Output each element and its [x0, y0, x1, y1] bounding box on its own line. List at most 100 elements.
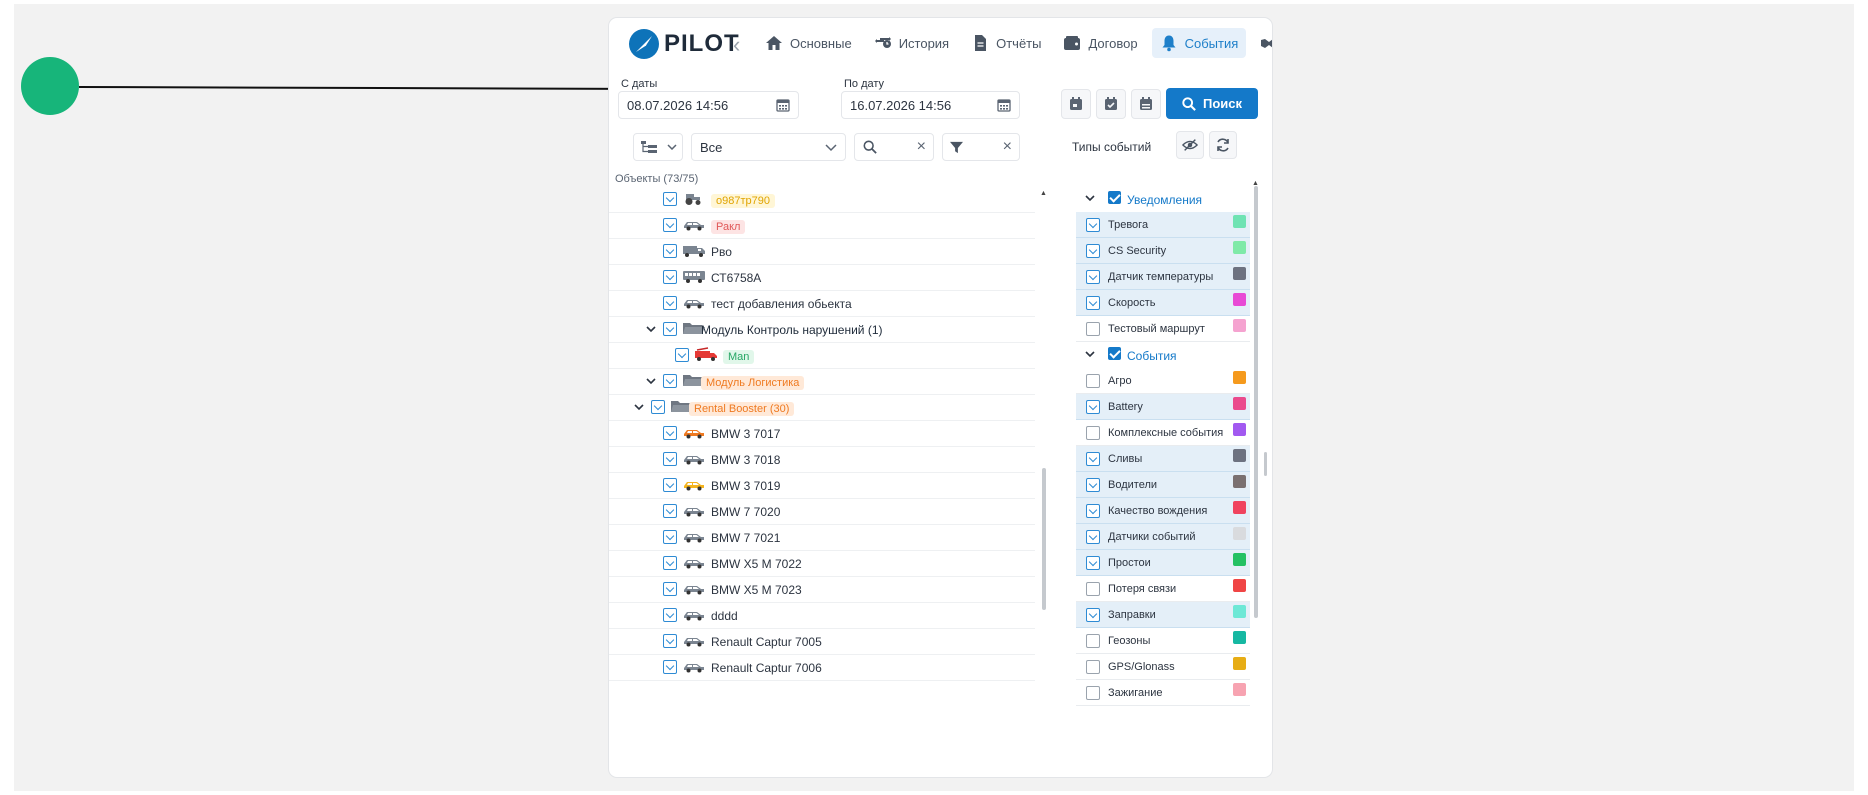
- tree-row-checkbox[interactable]: [663, 556, 677, 570]
- event-color-swatch[interactable]: [1233, 657, 1246, 670]
- chevron-down-icon[interactable]: [1084, 348, 1096, 360]
- tab-3[interactable]: Договор: [1055, 28, 1145, 58]
- tree-row-checkbox[interactable]: [663, 426, 677, 440]
- to-date-field[interactable]: 16.07.2026 14:56: [841, 91, 1020, 119]
- event-color-swatch[interactable]: [1233, 553, 1246, 566]
- tree-view-toggle[interactable]: [633, 133, 683, 161]
- event-type-row[interactable]: Тревога: [1076, 212, 1250, 238]
- tree-row-checkbox[interactable]: [651, 400, 665, 414]
- event-type-checkbox[interactable]: [1086, 296, 1100, 310]
- event-types-scrollbar[interactable]: ▲: [1252, 180, 1259, 776]
- tree-folder-row[interactable]: Модуль Логистика: [609, 368, 1035, 395]
- scroll-up-icon[interactable]: ▲: [1040, 190, 1047, 197]
- resize-handle[interactable]: [1264, 452, 1267, 476]
- event-group-checkbox[interactable]: [1108, 347, 1121, 360]
- event-group-header[interactable]: Уведомления: [1076, 186, 1250, 212]
- refresh-button[interactable]: [1209, 131, 1237, 159]
- tree-folder-row[interactable]: Rental Booster (30): [609, 394, 1035, 421]
- filter-input[interactable]: ×: [942, 133, 1020, 161]
- event-type-row[interactable]: Потеря связи: [1076, 576, 1250, 602]
- event-color-swatch[interactable]: [1233, 475, 1246, 488]
- tree-row-checkbox[interactable]: [663, 322, 677, 336]
- event-type-checkbox[interactable]: [1086, 530, 1100, 544]
- event-type-row[interactable]: Водители: [1076, 472, 1250, 498]
- tree-object-row[interactable]: СТ6758А: [609, 264, 1035, 291]
- event-color-swatch[interactable]: [1233, 267, 1246, 280]
- event-type-row[interactable]: GPS/Glonass: [1076, 654, 1250, 680]
- tree-row-checkbox[interactable]: [663, 296, 677, 310]
- event-group-header[interactable]: События: [1076, 342, 1250, 368]
- event-type-row[interactable]: Тестовый маршрут: [1076, 316, 1250, 342]
- event-color-swatch[interactable]: [1233, 449, 1246, 462]
- event-color-swatch[interactable]: [1233, 215, 1246, 228]
- event-type-checkbox[interactable]: [1086, 582, 1100, 596]
- event-color-swatch[interactable]: [1233, 319, 1246, 332]
- calendar-month-button[interactable]: [1131, 89, 1161, 119]
- event-type-row[interactable]: CS Security: [1076, 238, 1250, 264]
- tree-object-row[interactable]: тест добавления обьекта: [609, 290, 1035, 317]
- tree-row-checkbox[interactable]: [663, 608, 677, 622]
- event-type-checkbox[interactable]: [1086, 322, 1100, 336]
- event-type-row[interactable]: Агро: [1076, 368, 1250, 394]
- tab-2[interactable]: Отчёты: [963, 28, 1049, 58]
- tab-4[interactable]: События: [1151, 28, 1247, 58]
- event-type-checkbox[interactable]: [1086, 478, 1100, 492]
- tree-object-row[interactable]: о987тр790: [609, 186, 1035, 213]
- tree-row-checkbox[interactable]: [663, 530, 677, 544]
- event-color-swatch[interactable]: [1233, 683, 1246, 696]
- event-type-checkbox[interactable]: [1086, 426, 1100, 440]
- event-color-swatch[interactable]: [1233, 423, 1246, 436]
- tree-row-checkbox[interactable]: [663, 244, 677, 258]
- event-type-row[interactable]: Геозоны: [1076, 628, 1250, 654]
- tab-1[interactable]: История: [866, 28, 957, 58]
- tree-row-checkbox[interactable]: [663, 660, 677, 674]
- event-type-checkbox[interactable]: [1086, 504, 1100, 518]
- tree-folder-row[interactable]: Модуль Контроль нарушений (1): [609, 316, 1035, 343]
- event-type-row[interactable]: Комплексные события: [1076, 420, 1250, 446]
- event-color-swatch[interactable]: [1233, 605, 1246, 618]
- tree-object-row[interactable]: Renault Captur 7006: [609, 654, 1035, 681]
- objects-scrollbar[interactable]: ▲: [1040, 190, 1047, 770]
- tree-object-row[interactable]: Renault Captur 7005: [609, 628, 1035, 655]
- tree-row-checkbox[interactable]: [663, 582, 677, 596]
- tree-object-row[interactable]: BMW 7 7021: [609, 524, 1035, 551]
- tree-row-checkbox[interactable]: [663, 478, 677, 492]
- event-type-checkbox[interactable]: [1086, 634, 1100, 648]
- event-type-row[interactable]: Датчики событий: [1076, 524, 1250, 550]
- tree-row-checkbox[interactable]: [663, 270, 677, 284]
- tree-object-row[interactable]: BMW 3 7019: [609, 472, 1035, 499]
- clear-filter-icon[interactable]: ×: [1003, 138, 1012, 156]
- event-type-row[interactable]: Battery: [1076, 394, 1250, 420]
- event-type-checkbox[interactable]: [1086, 686, 1100, 700]
- calendar-day-button[interactable]: [1061, 89, 1091, 119]
- clear-search-icon[interactable]: ×: [917, 138, 926, 156]
- object-group-select[interactable]: Все: [691, 133, 846, 161]
- tree-row-checkbox[interactable]: [663, 218, 677, 232]
- tree-row-checkbox[interactable]: [663, 192, 677, 206]
- event-type-row[interactable]: Сливы: [1076, 446, 1250, 472]
- tree-object-row[interactable]: BMW X5 M 7022: [609, 550, 1035, 577]
- event-type-row[interactable]: Зажигание: [1076, 680, 1250, 706]
- tree-row-checkbox[interactable]: [675, 348, 689, 362]
- tree-row-checkbox[interactable]: [663, 374, 677, 388]
- chevron-down-icon[interactable]: [645, 323, 657, 335]
- tree-object-row[interactable]: BMW X5 M 7023: [609, 576, 1035, 603]
- event-color-swatch[interactable]: [1233, 241, 1246, 254]
- calendar-week-button[interactable]: [1096, 89, 1126, 119]
- from-date-field[interactable]: 08.07.2026 14:56: [618, 91, 799, 119]
- event-type-row[interactable]: Датчик температуры: [1076, 264, 1250, 290]
- calendar-icon[interactable]: [776, 98, 790, 112]
- event-color-swatch[interactable]: [1233, 579, 1246, 592]
- event-type-row[interactable]: Скорость: [1076, 290, 1250, 316]
- logo[interactable]: PILOT: [629, 28, 740, 60]
- search-button[interactable]: Поиск: [1166, 88, 1258, 119]
- tree-object-row[interactable]: Рво: [609, 238, 1035, 265]
- tree-object-row[interactable]: BMW 3 7018: [609, 446, 1035, 473]
- chevron-down-icon[interactable]: [633, 401, 645, 413]
- tree-object-row[interactable]: Man: [609, 342, 1035, 369]
- event-type-row[interactable]: Простои: [1076, 550, 1250, 576]
- tree-object-row[interactable]: BMW 7 7020: [609, 498, 1035, 525]
- event-types-scrollbar-thumb[interactable]: [1254, 186, 1258, 618]
- event-type-checkbox[interactable]: [1086, 400, 1100, 414]
- chevron-down-icon[interactable]: [1084, 192, 1096, 204]
